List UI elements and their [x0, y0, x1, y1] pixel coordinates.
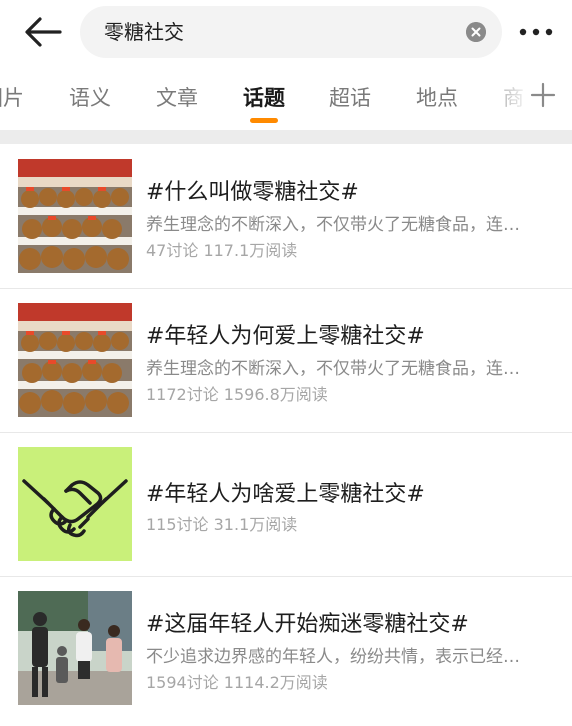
topic-item[interactable]: #什么叫做零糖社交# 养生理念的不断深入，不仅带火了无糖食品，连… 47讨论 1…: [0, 144, 572, 288]
search-header: 零糖社交: [0, 0, 572, 64]
topic-item[interactable]: #年轻人为啥爱上零糖社交# 115讨论 31.1万阅读: [0, 432, 572, 576]
topic-stats: 1594讨论 1114.2万阅读: [146, 673, 328, 692]
topic-thumbnail: [18, 303, 132, 417]
topic-title: #什么叫做零糖社交#: [146, 180, 359, 205]
topic-title: #这届年轻人开始痴迷零糖社交#: [146, 612, 469, 637]
tab-articles[interactable]: 文章: [156, 82, 198, 112]
tab-places[interactable]: 地点: [416, 82, 458, 112]
topic-stats: 115讨论 31.1万阅读: [146, 515, 298, 534]
topic-description: 不少追求边界感的年轻人，纷纷共情，表示已经…: [146, 647, 520, 667]
topic-description: 养生理念的不断深入，不仅带火了无糖食品，连…: [146, 215, 520, 235]
topic-title: #年轻人为何爱上零糖社交#: [146, 324, 425, 349]
topic-thumbnail: [18, 159, 132, 273]
topic-stats: 1172讨论 1596.8万阅读: [146, 385, 328, 404]
topic-description: 养生理念的不断深入，不仅带火了无糖食品，连…: [146, 359, 520, 379]
handshake-icon: [18, 447, 132, 561]
clear-icon[interactable]: [466, 22, 486, 42]
tab-bar: 图片 语义 文章 话题 超话 地点 商: [0, 64, 572, 130]
tab-super-topics[interactable]: 超话: [329, 82, 371, 112]
tab-fade: [472, 64, 532, 130]
back-arrow-icon[interactable]: [22, 14, 66, 50]
section-divider: [0, 130, 572, 144]
search-bar[interactable]: 零糖社交: [80, 6, 502, 58]
active-tab-indicator: [250, 118, 278, 123]
topic-title: #年轻人为啥爱上零糖社交#: [146, 482, 425, 507]
search-input[interactable]: 零糖社交: [104, 6, 184, 58]
topic-thumbnail: [18, 591, 132, 705]
topic-item[interactable]: #这届年轻人开始痴迷零糖社交# 不少追求边界感的年轻人，纷纷共情，表示已经… 1…: [0, 576, 572, 720]
tab-topics[interactable]: 话题: [243, 82, 285, 112]
tab-semantic[interactable]: 语义: [69, 82, 111, 112]
topic-stats: 47讨论 117.1万阅读: [146, 241, 298, 260]
topic-item[interactable]: #年轻人为何爱上零糖社交# 养生理念的不断深入，不仅带火了无糖食品，连… 117…: [0, 288, 572, 432]
plus-icon[interactable]: [530, 82, 556, 108]
tab-images[interactable]: 图片: [0, 82, 24, 112]
more-icon[interactable]: [518, 20, 554, 44]
